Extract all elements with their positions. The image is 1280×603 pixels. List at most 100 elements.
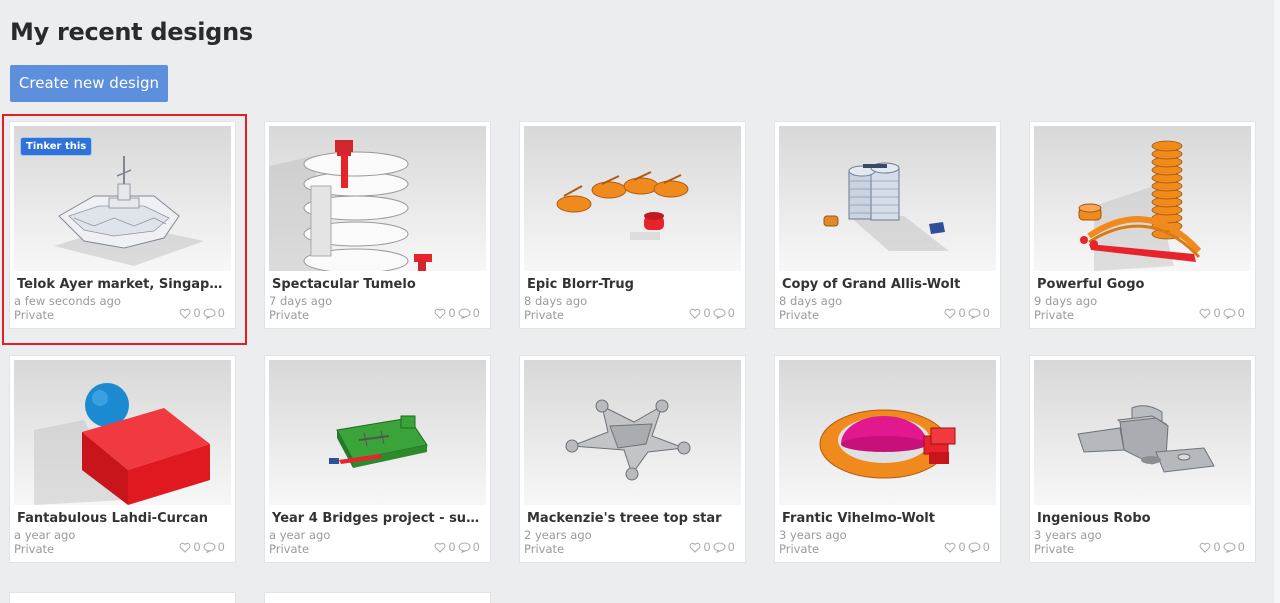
design-privacy: Private xyxy=(524,542,565,556)
design-thumbnail[interactable] xyxy=(524,360,741,505)
like-count: 0 xyxy=(193,540,201,554)
design-title[interactable]: Mackenzie's treee top star xyxy=(527,511,737,526)
design-privacy: Private xyxy=(779,308,820,322)
design-card[interactable]: Copy of Grand Allis-Wolt 8 days ago Priv… xyxy=(775,122,1000,328)
like-count: 0 xyxy=(1213,306,1221,320)
design-title[interactable]: Copy of Grand Allis-Wolt xyxy=(782,277,992,292)
like-count: 0 xyxy=(958,540,966,554)
design-card[interactable]: Ingenious Robo 3 years ago Private 0 0 xyxy=(1030,356,1255,562)
speech-bubble-icon xyxy=(1223,307,1236,319)
design-privacy: Private xyxy=(269,308,310,322)
comment-count: 0 xyxy=(217,540,225,554)
design-timestamp: a year ago xyxy=(269,528,331,542)
speech-bubble-icon xyxy=(458,541,471,553)
heart-outline-icon xyxy=(179,308,191,319)
design-card[interactable]: Year 4 Bridges project - suspen… a year … xyxy=(265,356,490,562)
like-count: 0 xyxy=(958,306,966,320)
heart-outline-icon xyxy=(179,542,191,553)
design-title[interactable]: Fantabulous Lahdi-Curcan xyxy=(17,511,227,526)
comment-count: 0 xyxy=(1237,540,1245,554)
design-thumbnail[interactable] xyxy=(779,126,996,271)
design-card[interactable]: Powerful Gogo 9 days ago Private 0 0 xyxy=(1030,122,1255,328)
comment-count: 0 xyxy=(982,540,990,554)
heart-outline-icon xyxy=(1199,542,1211,553)
design-stats: 0 0 xyxy=(434,306,480,320)
design-privacy: Private xyxy=(269,542,310,556)
design-thumbnail[interactable] xyxy=(269,360,486,505)
design-timestamp: 9 days ago xyxy=(1034,294,1098,308)
speech-bubble-icon xyxy=(713,541,726,553)
design-thumbnail[interactable] xyxy=(1034,360,1251,505)
tinker-this-button[interactable]: Tinker this xyxy=(20,137,93,156)
design-title[interactable]: Frantic Vihelmo-Wolt xyxy=(782,511,992,526)
design-stats: 0 0 xyxy=(944,306,990,320)
speech-bubble-icon xyxy=(458,307,471,319)
like-count: 0 xyxy=(448,540,456,554)
design-card[interactable] xyxy=(265,593,490,603)
design-card[interactable]: Tinker this Telok Ayer market, Singapore… xyxy=(10,122,235,328)
gear-icon[interactable] xyxy=(197,134,219,156)
design-stats: 0 0 xyxy=(179,540,225,554)
design-timestamp: 3 years ago xyxy=(779,528,847,542)
like-count: 0 xyxy=(703,306,711,320)
heart-outline-icon xyxy=(434,542,446,553)
design-timestamp: 7 days ago xyxy=(269,294,333,308)
design-thumbnail[interactable] xyxy=(14,360,231,505)
design-title[interactable]: Spectacular Tumelo xyxy=(272,277,482,292)
speech-bubble-icon xyxy=(968,541,981,553)
design-timestamp: 2 years ago xyxy=(524,528,592,542)
design-title[interactable]: Powerful Gogo xyxy=(1037,277,1247,292)
design-thumbnail[interactable] xyxy=(779,360,996,505)
design-stats: 0 0 xyxy=(434,540,480,554)
speech-bubble-icon xyxy=(1223,541,1236,553)
speech-bubble-icon xyxy=(203,307,216,319)
design-title[interactable]: Telok Ayer market, Singapore xyxy=(17,277,227,292)
scrollbar-track[interactable] xyxy=(1274,0,1280,603)
design-card[interactable]: Epic Blorr-Trug 8 days ago Private 0 0 xyxy=(520,122,745,328)
design-stats: 0 0 xyxy=(1199,306,1245,320)
like-count: 0 xyxy=(703,540,711,554)
design-card[interactable]: Frantic Vihelmo-Wolt 3 years ago Private… xyxy=(775,356,1000,562)
like-count: 0 xyxy=(193,306,201,320)
design-timestamp: a year ago xyxy=(14,528,76,542)
design-privacy: Private xyxy=(779,542,820,556)
page-title: My recent designs xyxy=(10,18,253,46)
design-card[interactable]: Fantabulous Lahdi-Curcan a year ago Priv… xyxy=(10,356,235,562)
comment-count: 0 xyxy=(217,306,225,320)
comment-count: 0 xyxy=(727,306,735,320)
design-privacy: Private xyxy=(1034,542,1075,556)
design-card[interactable]: Mackenzie's treee top star 2 years ago P… xyxy=(520,356,745,562)
design-title[interactable]: Epic Blorr-Trug xyxy=(527,277,737,292)
design-stats: 0 0 xyxy=(689,306,735,320)
design-timestamp: 8 days ago xyxy=(524,294,588,308)
design-privacy: Private xyxy=(524,308,565,322)
heart-outline-icon xyxy=(944,308,956,319)
design-stats: 0 0 xyxy=(689,540,735,554)
design-stats: 0 0 xyxy=(944,540,990,554)
speech-bubble-icon xyxy=(203,541,216,553)
design-card[interactable]: Spectacular Tumelo 7 days ago Private 0 … xyxy=(265,122,490,328)
design-privacy: Private xyxy=(14,308,55,322)
like-count: 0 xyxy=(1213,540,1221,554)
heart-outline-icon xyxy=(689,542,701,553)
design-thumbnail[interactable] xyxy=(524,126,741,271)
heart-outline-icon xyxy=(1199,308,1211,319)
design-timestamp: 8 days ago xyxy=(779,294,843,308)
design-privacy: Private xyxy=(14,542,55,556)
create-new-design-button[interactable]: Create new design xyxy=(10,65,168,102)
comment-count: 0 xyxy=(472,306,480,320)
design-timestamp: 3 years ago xyxy=(1034,528,1102,542)
design-card[interactable] xyxy=(10,593,235,603)
design-thumbnail[interactable] xyxy=(1034,126,1251,271)
design-title[interactable]: Ingenious Robo xyxy=(1037,511,1247,526)
design-thumbnail[interactable]: Tinker this xyxy=(14,126,231,271)
comment-count: 0 xyxy=(982,306,990,320)
designs-page: My recent designs Create new design Tink… xyxy=(0,0,1280,603)
heart-outline-icon xyxy=(944,542,956,553)
design-title[interactable]: Year 4 Bridges project - suspen… xyxy=(272,511,482,526)
speech-bubble-icon xyxy=(713,307,726,319)
design-thumbnail[interactable] xyxy=(269,126,486,271)
design-stats: 0 0 xyxy=(1199,540,1245,554)
design-timestamp: a few seconds ago xyxy=(14,294,121,308)
comment-count: 0 xyxy=(1237,306,1245,320)
